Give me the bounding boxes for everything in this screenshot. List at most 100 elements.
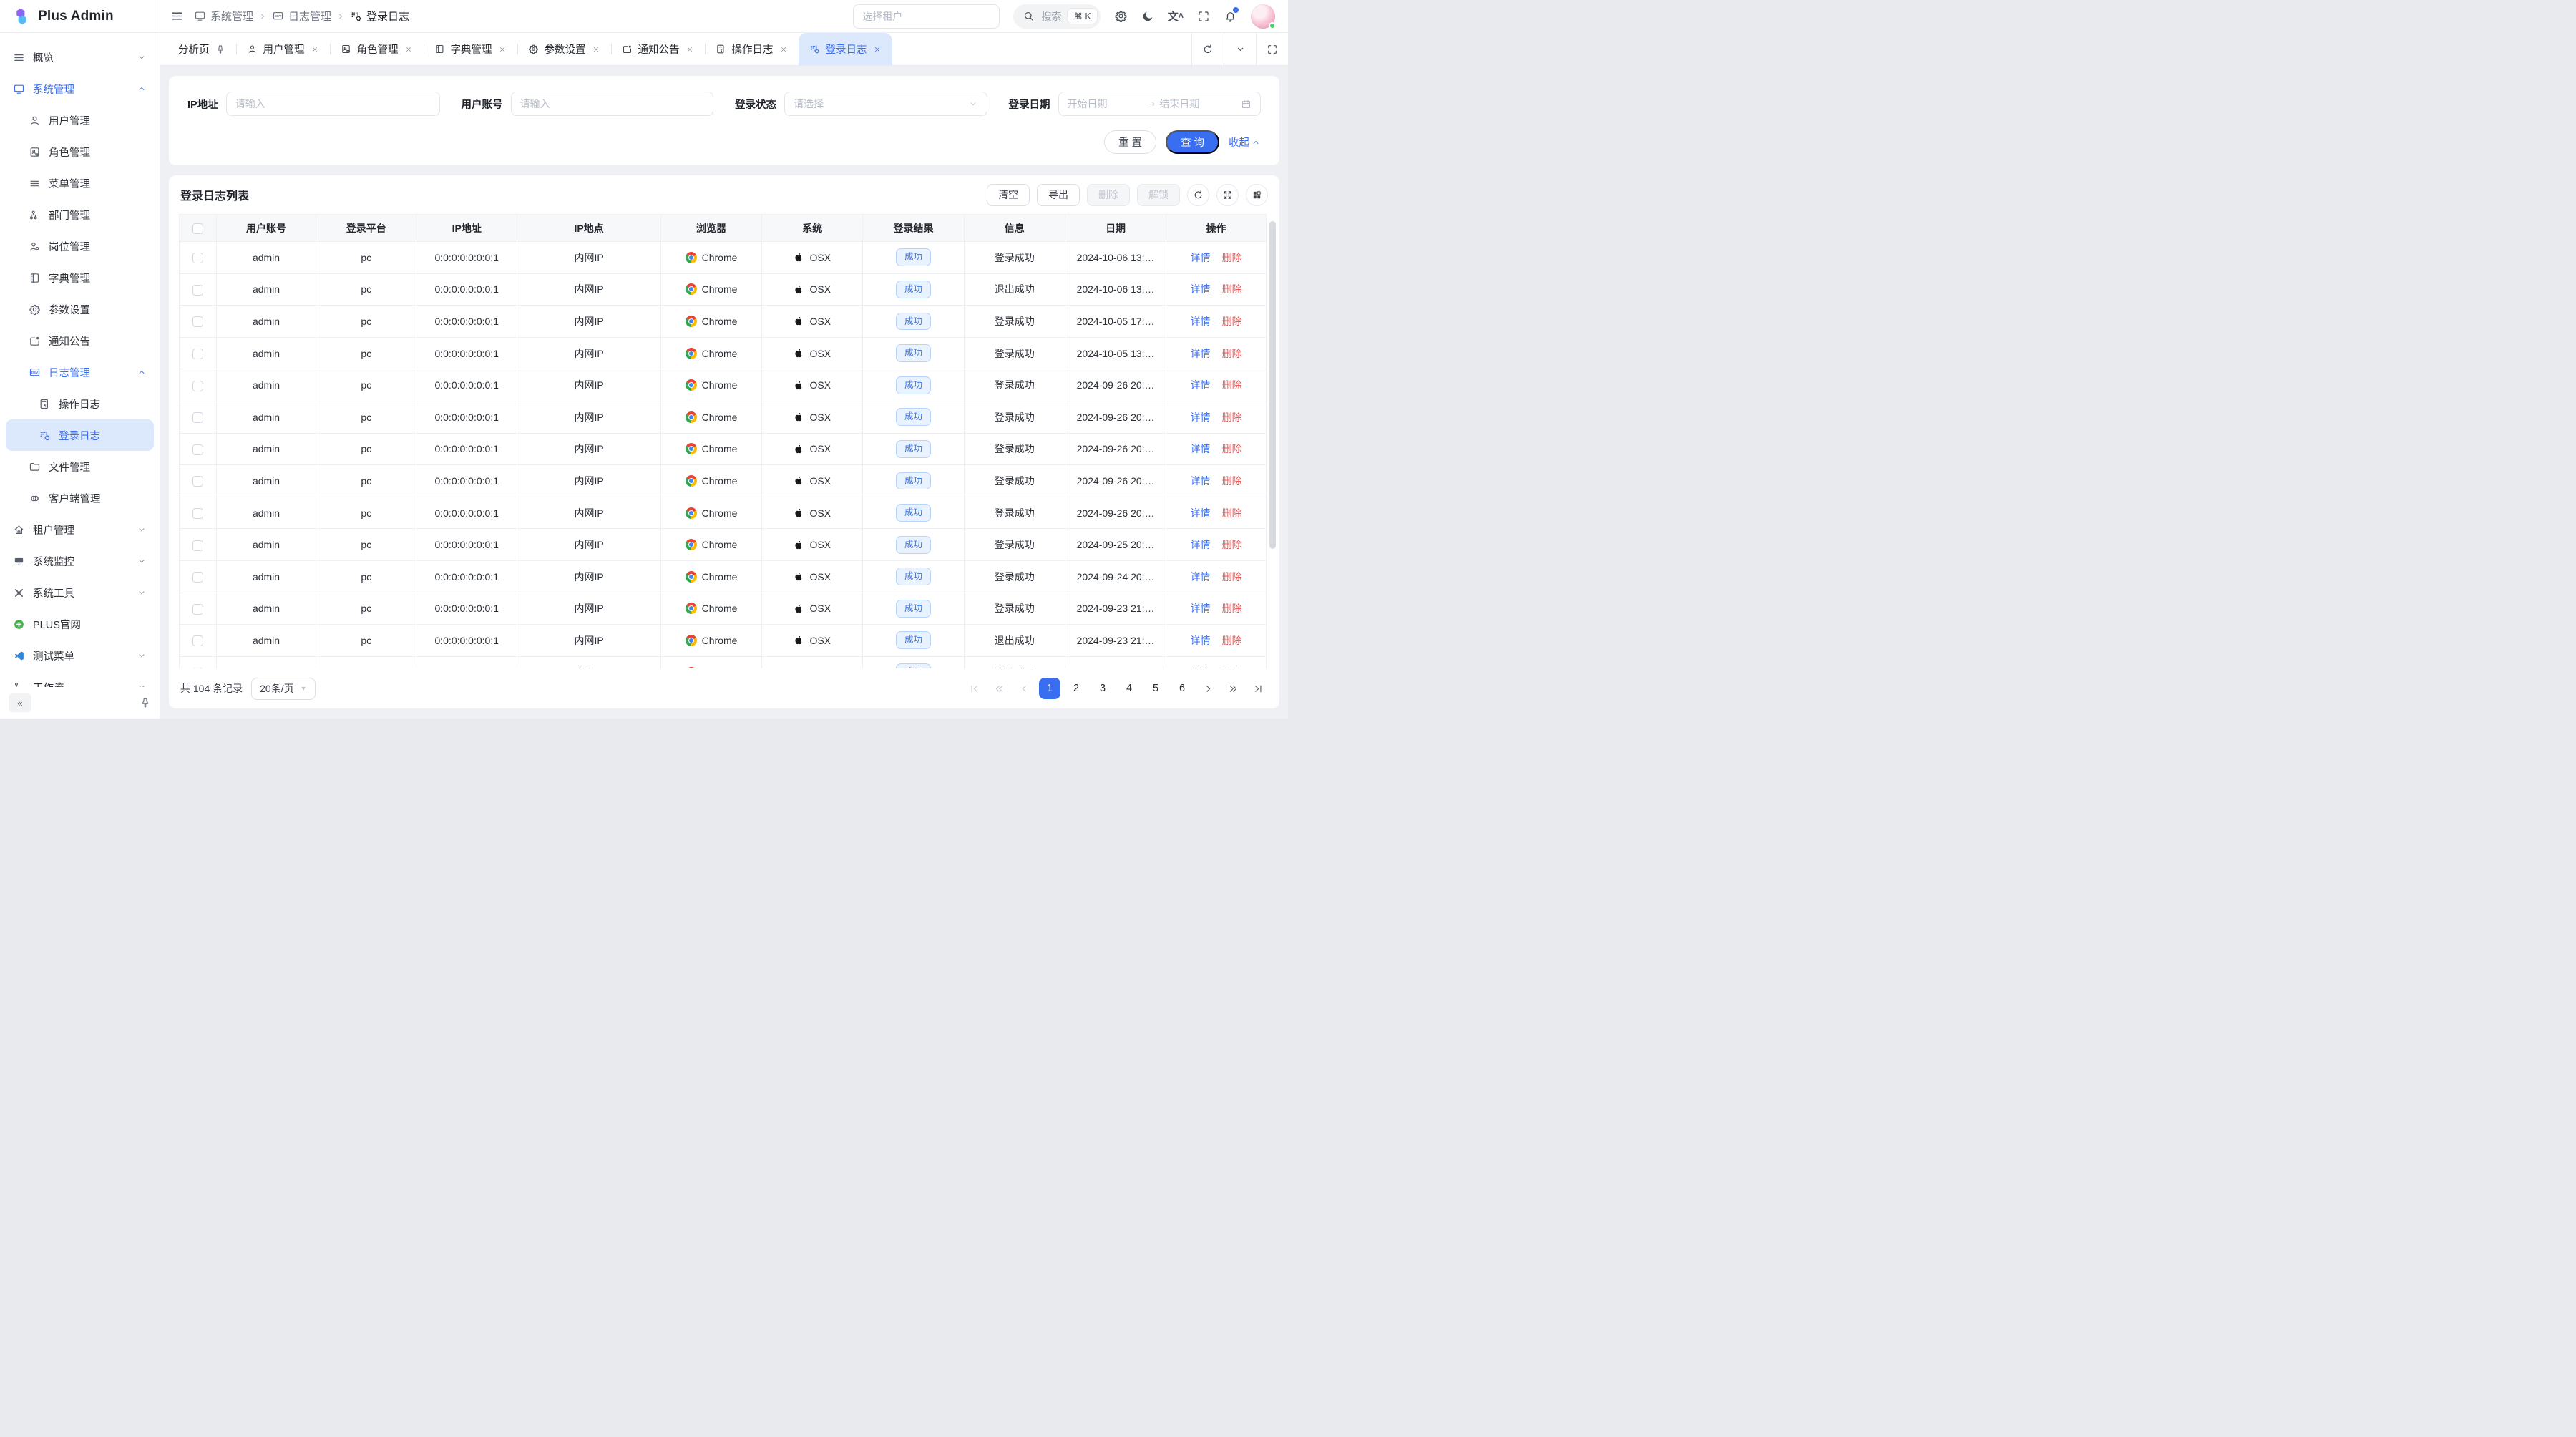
delete-link[interactable]: 删除 — [1222, 252, 1242, 263]
dark-mode-moon-icon[interactable] — [1141, 10, 1154, 23]
export-button[interactable]: 导出 — [1037, 184, 1080, 206]
sidebar-toggle-button[interactable] — [170, 9, 184, 23]
IP地址-input[interactable]: 请输入 — [226, 92, 440, 116]
row-checkbox[interactable] — [192, 540, 203, 551]
query-button[interactable]: 查 询 — [1166, 130, 1219, 154]
row-checkbox[interactable] — [192, 349, 203, 359]
detail-link[interactable]: 详情 — [1191, 635, 1211, 646]
jump-forward-button[interactable] — [1223, 678, 1243, 699]
next-page-button[interactable] — [1198, 678, 1218, 699]
delete-link[interactable]: 删除 — [1222, 348, 1242, 359]
sidebar-item-操作日志[interactable]: 操作日志 — [6, 388, 154, 419]
user-avatar[interactable] — [1251, 4, 1275, 29]
tab-字典管理[interactable]: 字典管理 — [424, 33, 517, 65]
delete-link[interactable]: 删除 — [1222, 603, 1242, 614]
row-checkbox[interactable] — [192, 412, 203, 423]
detail-link[interactable]: 详情 — [1191, 379, 1211, 391]
delete-link[interactable]: 删除 — [1222, 507, 1242, 519]
sidebar-item-角色管理[interactable]: 角色管理 — [6, 136, 154, 167]
用户账号-input[interactable]: 请输入 — [511, 92, 714, 116]
row-checkbox[interactable] — [192, 444, 203, 455]
detail-link[interactable]: 详情 — [1191, 411, 1211, 423]
page-button-2[interactable]: 2 — [1065, 678, 1087, 699]
table-refresh-button[interactable] — [1187, 184, 1209, 206]
page-button-1[interactable]: 1 — [1039, 678, 1060, 699]
detail-link[interactable]: 详情 — [1191, 443, 1211, 454]
pin-icon[interactable] — [215, 44, 225, 54]
column-settings-button[interactable] — [1246, 184, 1268, 206]
tab-通知公告[interactable]: 通知公告 — [611, 33, 705, 65]
row-checkbox[interactable] — [192, 635, 203, 646]
select-all-checkbox[interactable] — [192, 223, 203, 234]
sidebar-item-用户管理[interactable]: 用户管理 — [6, 104, 154, 136]
tab-操作日志[interactable]: 操作日志 — [705, 33, 799, 65]
sidebar-item-通知公告[interactable]: 通知公告 — [6, 325, 154, 356]
page-button-6[interactable]: 6 — [1171, 678, 1193, 699]
sidebar-item-PLUS官网[interactable]: PLUS官网 — [6, 608, 154, 640]
jump-back-button[interactable] — [989, 678, 1009, 699]
delete-link[interactable]: 删除 — [1222, 379, 1242, 391]
delete-link[interactable]: 删除 — [1222, 571, 1242, 583]
notifications-button[interactable] — [1224, 9, 1237, 23]
tab-close-button[interactable] — [311, 45, 319, 54]
page-button-3[interactable]: 3 — [1092, 678, 1113, 699]
delete-link[interactable]: 删除 — [1222, 283, 1242, 295]
row-checkbox[interactable] — [192, 253, 203, 263]
row-checkbox[interactable] — [192, 572, 203, 583]
pin-icon[interactable] — [140, 697, 151, 708]
language-translate-icon[interactable]: 文A — [1168, 9, 1184, 24]
sidebar-item-部门管理[interactable]: 部门管理 — [6, 199, 154, 230]
breadcrumb-item[interactable]: 系统管理 — [194, 9, 253, 24]
sidebar-collapse-button[interactable]: « — [9, 693, 31, 712]
settings-gear-icon[interactable] — [1114, 9, 1128, 23]
tab-close-button[interactable] — [592, 45, 600, 54]
table-scrollbar[interactable] — [1269, 221, 1276, 664]
reset-button[interactable]: 重 置 — [1104, 130, 1156, 154]
登录日期-daterange[interactable]: 开始日期结束日期 — [1058, 92, 1262, 116]
delete-link[interactable]: 删除 — [1222, 539, 1242, 550]
breadcrumb-item[interactable]: 登录日志 — [350, 9, 409, 24]
sidebar-item-租户管理[interactable]: 租户管理 — [6, 514, 154, 545]
sidebar-item-测试菜单[interactable]: 测试菜单 — [6, 640, 154, 671]
tab-参数设置[interactable]: 参数设置 — [517, 33, 611, 65]
delete-link[interactable]: 删除 — [1222, 635, 1242, 646]
tenant-select-input[interactable] — [853, 4, 1000, 29]
tab-menu-chevron-button[interactable] — [1224, 33, 1256, 65]
unlock-button[interactable]: 解锁 — [1137, 184, 1180, 206]
row-checkbox[interactable] — [192, 604, 203, 615]
sidebar-item-岗位管理[interactable]: 岗位管理 — [6, 230, 154, 262]
tab-close-button[interactable] — [498, 45, 507, 54]
detail-link[interactable]: 详情 — [1191, 539, 1211, 550]
tab-角色管理[interactable]: 角色管理 — [330, 33, 424, 65]
detail-link[interactable]: 详情 — [1191, 316, 1211, 327]
table-expand-button[interactable] — [1216, 184, 1239, 206]
row-checkbox[interactable] — [192, 476, 203, 487]
detail-link[interactable]: 详情 — [1191, 603, 1211, 614]
sidebar-item-文件管理[interactable]: 文件管理 — [6, 451, 154, 482]
detail-link[interactable]: 详情 — [1191, 571, 1211, 583]
detail-link[interactable]: 详情 — [1191, 283, 1211, 295]
delete-link[interactable]: 删除 — [1222, 411, 1242, 423]
tab-close-button[interactable] — [686, 45, 694, 54]
fullscreen-icon[interactable] — [1197, 10, 1210, 23]
sidebar-item-日志管理[interactable]: DEV日志管理 — [6, 356, 154, 388]
detail-link[interactable]: 详情 — [1191, 348, 1211, 359]
sidebar-item-系统管理[interactable]: 系统管理 — [6, 73, 154, 104]
detail-link[interactable]: 详情 — [1191, 475, 1211, 487]
tab-fullscreen-button[interactable] — [1256, 33, 1288, 65]
sidebar-item-系统工具[interactable]: 系统工具 — [6, 577, 154, 608]
row-checkbox[interactable] — [192, 285, 203, 296]
delete-button[interactable]: 删除 — [1087, 184, 1130, 206]
clear-button[interactable]: 清空 — [987, 184, 1030, 206]
tab-分析页[interactable]: 分析页 — [167, 33, 236, 65]
sidebar-item-登录日志[interactable]: 登录日志 — [6, 419, 154, 451]
sidebar-item-参数设置[interactable]: 参数设置 — [6, 293, 154, 325]
delete-link[interactable]: 删除 — [1222, 316, 1242, 327]
page-button-4[interactable]: 4 — [1118, 678, 1140, 699]
row-checkbox[interactable] — [192, 381, 203, 391]
delete-link[interactable]: 删除 — [1222, 443, 1242, 454]
prev-page-button[interactable] — [1014, 678, 1034, 699]
sidebar-item-菜单管理[interactable]: 菜单管理 — [6, 167, 154, 199]
sidebar-item-概览[interactable]: 概览 — [6, 42, 154, 73]
detail-link[interactable]: 详情 — [1191, 507, 1211, 519]
